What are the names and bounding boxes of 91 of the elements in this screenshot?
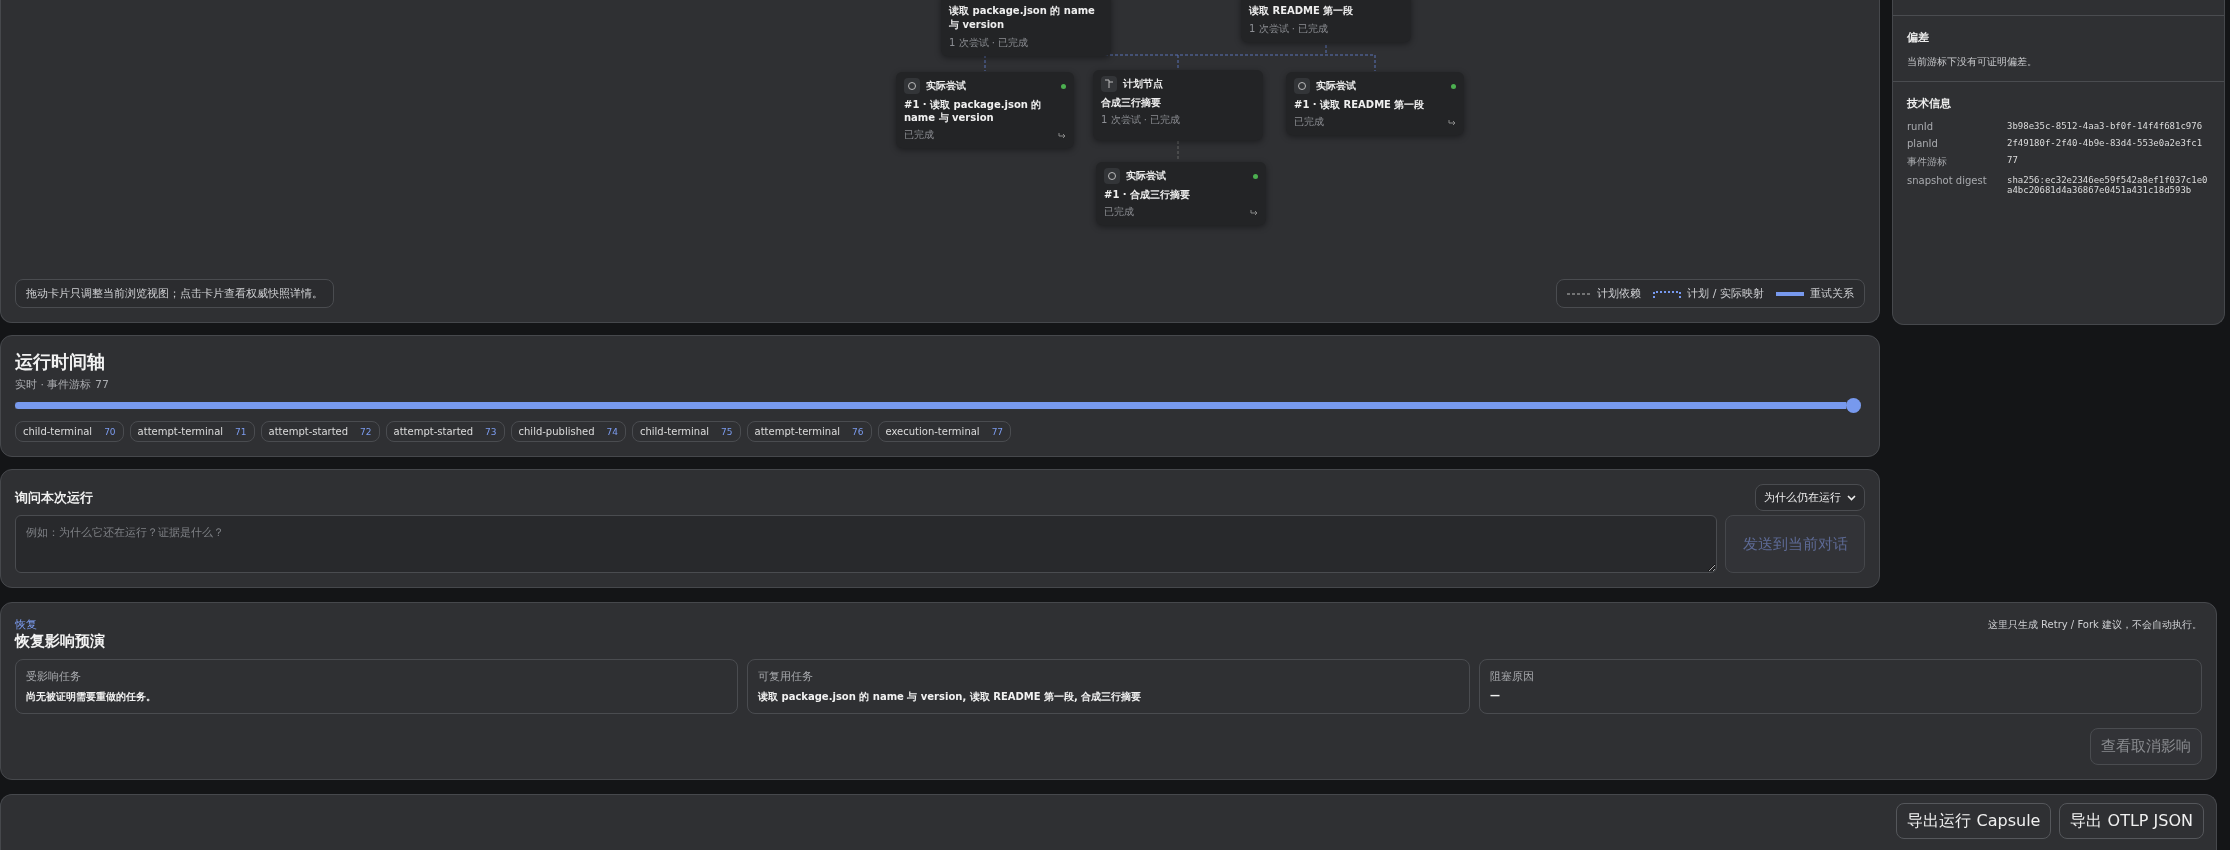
info-key: planId: [1907, 138, 2007, 149]
slider-thumb[interactable]: [1846, 398, 1861, 413]
node-task: #1 · 读取 package.json 的 name 与 version: [904, 98, 1043, 124]
dashed-line-icon: [1567, 291, 1592, 296]
info-value: 2f49180f-2f40-4b9e-83d4-553e0a2e3fc1: [2007, 138, 2204, 149]
legend-label: 计划依赖: [1597, 286, 1642, 301]
event-chip[interactable]: attempt-started 72: [260, 421, 380, 442]
card-label: 可复用任务: [758, 669, 814, 684]
section-title: 恢复影响预演: [15, 632, 106, 651]
hint-text: 拖动卡片只调整当前浏览视图；点击卡片查看权威快照详情。: [15, 279, 334, 308]
section-eyebrow: 恢复: [15, 617, 37, 632]
event-chip[interactable]: attempt-started 73: [385, 421, 505, 442]
branch-icon: [1101, 76, 1117, 92]
event-chip[interactable]: execution-terminal 77: [877, 421, 1012, 442]
loop-icon: [904, 78, 920, 94]
event-sequence: 75: [721, 426, 733, 437]
attempt-node[interactable]: 实际尝试 #1 · 读取 README 第一段 已完成: [1286, 72, 1464, 135]
attempt-node[interactable]: 实际尝试 #1 · 合成三行摘要 已完成: [1096, 162, 1266, 225]
event-name: attempt-terminal: [137, 426, 224, 437]
export-button[interactable]: 导出 OTLP JSON: [2059, 803, 2204, 839]
info-key: snapshot digest: [1907, 175, 2007, 195]
event-name: attempt-started: [393, 426, 474, 437]
status-dot: [1253, 173, 1258, 179]
event-name: attempt-terminal: [754, 426, 841, 437]
plan-node[interactable]: 读取 README 第一段 1 次尝试 · 已完成: [1241, 0, 1411, 42]
drift-text: 当前游标下没有可证明偏差。: [1907, 55, 2038, 69]
plan-node[interactable]: 计划节点 合成三行摘要 1 次尝试 · 已完成: [1093, 70, 1263, 140]
status-dot: [1451, 83, 1456, 89]
node-status: 已完成: [1104, 205, 1134, 219]
section-subtitle: 实时 · 事件游标 77: [15, 377, 110, 392]
section-title: 技术信息: [1907, 96, 1952, 111]
arrow-icon: [1058, 131, 1066, 139]
card-label: 阻塞原因: [1490, 669, 1535, 684]
node-meta: 1 次尝试 · 已完成: [949, 36, 1030, 50]
loop-icon: [1294, 78, 1310, 94]
section-title: 运行时间轴: [15, 350, 106, 374]
node-status: 已完成: [904, 128, 934, 142]
info-key: runId: [1907, 121, 2007, 132]
node-title: 实际尝试: [926, 79, 966, 93]
question-select[interactable]: 为什么仍在运行: [1755, 484, 1865, 511]
event-name: child-published: [518, 426, 595, 437]
event-sequence: 74: [606, 426, 618, 437]
card-value: 读取 package.json 的 name 与 version, 读取 README 第一段, 合成三行摘要: [758, 690, 1143, 704]
event-name: attempt-started: [268, 426, 349, 437]
event-sequence: 77: [991, 426, 1004, 437]
plan-node[interactable]: 读取 package.json 的 name 与 version 1 次尝试 · 已完成: [941, 0, 1111, 56]
event-sequence: 76: [852, 426, 864, 437]
section-title: 偏差: [1907, 30, 1930, 45]
loop-icon: [1104, 168, 1120, 184]
info-value: 3b98e35c-8512-4aa3-bf0f-14f4f681c976: [2007, 121, 2204, 132]
status-dot: [1061, 83, 1066, 89]
event-name: execution-terminal: [885, 426, 980, 437]
arrow-icon: [1448, 118, 1456, 126]
node-task: #1 · 读取 README 第一段: [1294, 98, 1426, 111]
attempt-node[interactable]: 实际尝试 #1 · 读取 package.json 的 name 与 version 已完成: [896, 72, 1074, 148]
event-chip[interactable]: child-terminal 70: [15, 421, 124, 442]
node-title: 读取 README 第一段: [1249, 4, 1355, 18]
event-sequence: 70: [104, 426, 116, 437]
section-title: 询问本次运行: [15, 488, 93, 507]
question-field[interactable]: 例如：为什么它还在运行？证据是什么？: [15, 515, 1717, 573]
event-sequence: 73: [485, 426, 497, 437]
card-value: —: [1490, 690, 1501, 701]
event-name: child-terminal: [23, 426, 93, 437]
node-title: 计划节点: [1123, 77, 1163, 91]
event-chip[interactable]: attempt-terminal 76: [746, 421, 872, 442]
event-chip[interactable]: attempt-terminal 71: [129, 421, 255, 442]
event-sequence: 71: [235, 426, 247, 437]
chevron-down-icon: [1847, 494, 1856, 501]
dotted-bracket-icon: [1653, 289, 1682, 298]
node-title: 实际尝试: [1126, 169, 1166, 183]
card-label: 受影响任务: [26, 669, 82, 684]
node-title: 实际尝试: [1316, 79, 1356, 93]
event-sequence: 72: [360, 426, 372, 437]
info-value: 77: [2007, 155, 2019, 167]
node-meta: 1 次尝试 · 已完成: [1249, 22, 1330, 36]
export-button[interactable]: 导出运行 Capsule: [1896, 803, 2052, 839]
node-status: 已完成: [1294, 115, 1324, 129]
event-name: child-terminal: [639, 426, 710, 437]
recovery-note: 这里只生成 Retry / Fork 建议，不会自动执行。: [1987, 617, 2202, 632]
event-chip[interactable]: child-published 74: [510, 421, 626, 442]
info-key: 事件游标: [1907, 155, 2007, 169]
info-value: sha256:ec32e2346ee59f542a8ef1f037c1e0a4bc20681d4a36867e0451a431c18d593b: [2007, 175, 2209, 195]
event-chip[interactable]: child-terminal 75: [631, 421, 741, 442]
node-title: 读取 package.json 的 name 与 version: [949, 4, 1096, 32]
legend-label: 重试关系: [1810, 286, 1854, 301]
node-task: 合成三行摘要: [1101, 96, 1162, 109]
node-meta: 1 次尝试 · 已完成: [1101, 113, 1182, 127]
node-task: #1 · 合成三行摘要: [1104, 188, 1192, 201]
legend-label: 计划 / 实际映射: [1687, 286, 1764, 301]
arrow-icon: [1250, 208, 1258, 216]
card-value: 尚无被证明需要重做的任务。: [26, 690, 157, 704]
